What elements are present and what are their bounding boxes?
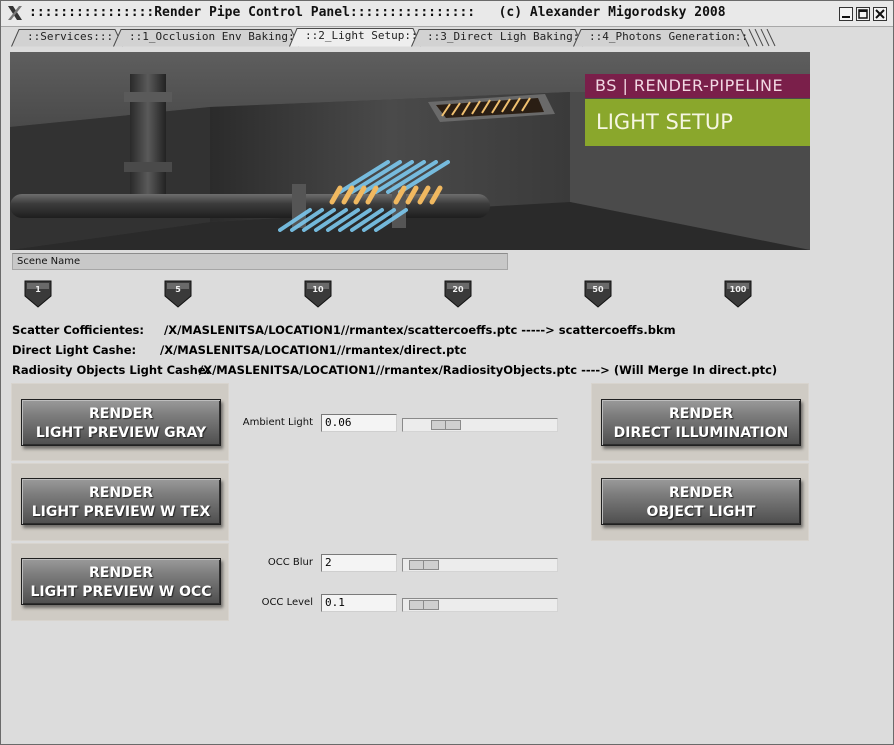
button-label-line1: RENDER [668, 406, 734, 422]
maximize-icon [858, 9, 868, 19]
tab-bar: ::Services::: ::1_Occlusion Env Baking::… [9, 28, 889, 47]
button-label-line2: LIGHT PREVIEW W OCC [30, 584, 212, 600]
path-label: Direct Light Cashe: [12, 343, 137, 357]
shelf-button-5[interactable]: 5 [163, 277, 195, 309]
tab-photons-generation[interactable]: ::4_Photons Generation:: [573, 29, 750, 47]
shelf-button-100[interactable]: 100 [723, 277, 755, 309]
tab-label: ::1_Occlusion Env Baking:: [129, 30, 302, 43]
path-label: Radiosity Objects Light Cashe: [12, 363, 211, 377]
object-light-panel: RENDER OBJECT LIGHT [591, 463, 809, 541]
tab-label: ::2_Light Setup:: [305, 29, 418, 42]
shelf-button-label: 10 [312, 285, 324, 294]
occ-blur-label: OCC Blur [267, 557, 313, 568]
tab-services[interactable]: ::Services::: [11, 29, 124, 47]
button-label-line1: RENDER [88, 485, 154, 501]
ambient-light-field[interactable]: 0.06 [321, 414, 397, 432]
maximize-button[interactable] [856, 7, 870, 21]
occ-blur-field[interactable]: 2 [321, 554, 397, 572]
minimize-icon [842, 16, 850, 18]
button-label-line2: DIRECT ILLUMINATION [613, 425, 789, 441]
tab-scroll-marks[interactable] [747, 29, 777, 47]
preview-tex-panel: RENDER LIGHT PREVIEW W TEX [11, 463, 229, 541]
shelf-button-20[interactable]: 20 [443, 277, 475, 309]
section-title: LIGHT SETUP [585, 99, 810, 146]
occ-blur-slider[interactable] [402, 558, 558, 572]
close-button[interactable] [873, 7, 887, 21]
occ-level-slider[interactable] [402, 598, 558, 612]
preview-gray-panel: RENDER LIGHT PREVIEW GRAY [11, 383, 229, 461]
render-light-preview-tex-button[interactable]: RENDER LIGHT PREVIEW W TEX [21, 478, 221, 525]
path-value: /X/MASLENITSA/LOCATION1//rmantex/direct.… [160, 343, 467, 357]
title-bar[interactable]: ::::::::::::::::Render Pipe Control Pane… [1, 1, 893, 27]
render-object-light-button[interactable]: RENDER OBJECT LIGHT [601, 478, 801, 525]
shelf-button-10[interactable]: 10 [303, 277, 335, 309]
scene-name-field[interactable]: Scene Name [12, 253, 508, 270]
button-label-line2: OBJECT LIGHT [646, 504, 756, 520]
slider-thumb[interactable] [409, 560, 439, 570]
direct-illumination-panel: RENDER DIRECT ILLUMINATION [591, 383, 809, 461]
path-label: Scatter Cofficientes: [12, 323, 144, 337]
path-value: /X/MASLENITSA/LOCATION1//rmantex/Radiosi… [199, 363, 778, 377]
render-pipe-window: ::::::::::::::::Render Pipe Control Pane… [0, 0, 894, 745]
render-light-preview-gray-button[interactable]: RENDER LIGHT PREVIEW GRAY [21, 399, 221, 446]
render-light-preview-occ-button[interactable]: RENDER LIGHT PREVIEW W OCC [21, 558, 221, 605]
tab-label: ::Services::: [27, 30, 114, 43]
path-value: /X/MASLENITSA/LOCATION1//rmantex/scatter… [164, 323, 676, 337]
light-setup-banner: BS | RENDER-PIPELINE LIGHT SETUP [10, 52, 810, 250]
brand-strip: BS | RENDER-PIPELINE [585, 74, 810, 98]
button-label-line1: RENDER [88, 406, 154, 422]
minimize-button[interactable] [839, 7, 853, 21]
tab-occlusion-env-baking[interactable]: ::1_Occlusion Env Baking:: [113, 29, 302, 47]
shelf-button-1[interactable]: 1 [23, 277, 55, 309]
tab-light-setup[interactable]: ::2_Light Setup:: [289, 28, 422, 47]
tab-label: ::3_Direct Ligh Baking:: [427, 30, 586, 43]
x-window-icon[interactable] [7, 5, 23, 21]
ambient-light-slider[interactable] [402, 418, 558, 432]
occ-level-label: OCC Level [261, 597, 313, 608]
ambient-light-label: Ambient Light [242, 417, 313, 428]
shelf-button-label: 5 [175, 285, 181, 294]
shelf-button-50[interactable]: 50 [583, 277, 615, 309]
button-label-line2: LIGHT PREVIEW GRAY [35, 425, 207, 441]
tab-direct-ligh-baking[interactable]: ::3_Direct Ligh Baking:: [411, 29, 586, 47]
shelf-button-label: 1 [35, 285, 41, 294]
tab-label: ::4_Photons Generation:: [589, 30, 748, 43]
button-label-line1: RENDER [668, 485, 734, 501]
window-title: ::::::::::::::::Render Pipe Control Pane… [29, 5, 726, 20]
render-direct-illumination-button[interactable]: RENDER DIRECT ILLUMINATION [601, 399, 801, 446]
shelf-button-label: 20 [452, 285, 464, 294]
button-label-line2: LIGHT PREVIEW W TEX [31, 504, 211, 520]
shelf-button-label: 100 [729, 285, 747, 294]
occ-level-field[interactable]: 0.1 [321, 594, 397, 612]
button-label-line1: RENDER [88, 565, 154, 581]
preview-occ-panel: RENDER LIGHT PREVIEW W OCC [11, 543, 229, 621]
slider-thumb[interactable] [431, 420, 461, 430]
shelf-button-label: 50 [592, 285, 604, 294]
close-icon [875, 9, 885, 19]
slider-thumb[interactable] [409, 600, 439, 610]
